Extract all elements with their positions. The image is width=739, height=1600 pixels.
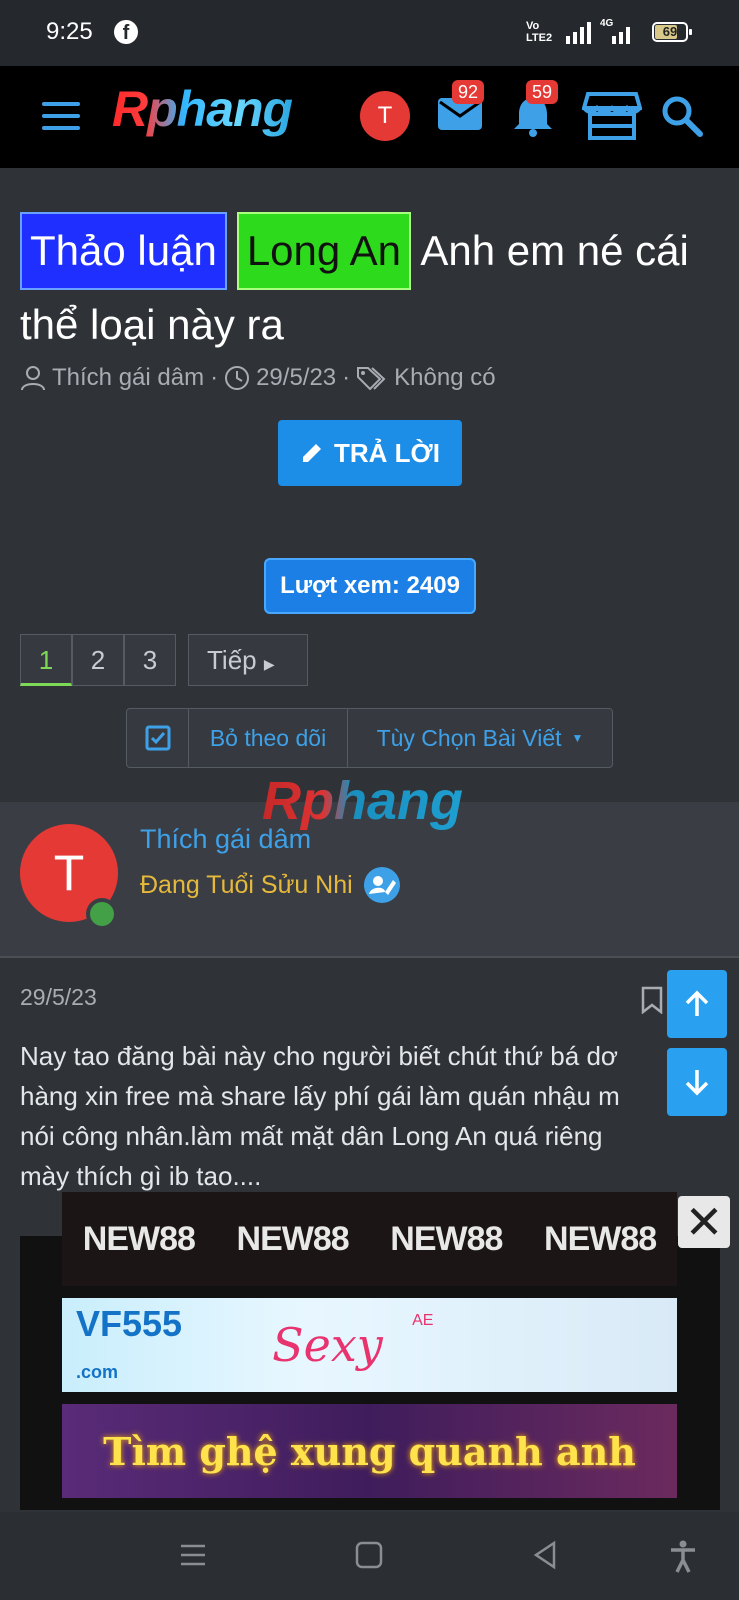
tag-icon bbox=[357, 367, 386, 391]
site-watermark: Rphang bbox=[262, 771, 463, 831]
status-bar: 9:25 f Vo LTE2 4G 69 bbox=[0, 0, 739, 66]
verified-writer-icon bbox=[363, 867, 400, 903]
pagination: 1 2 3 Tiếp ▶ bbox=[20, 634, 308, 686]
ad-slogan: Tìm ghệ xung quanh anh bbox=[103, 1428, 636, 1474]
page-1-link[interactable]: 1 bbox=[20, 634, 72, 686]
reply-button[interactable]: TRẢ LỜI bbox=[278, 420, 462, 486]
ad-logo: NEW88 bbox=[82, 1219, 196, 1258]
next-page-label: Tiếp bbox=[207, 645, 257, 675]
post-content: Nay tao đăng bài này cho người biết chút… bbox=[20, 1036, 670, 1196]
arrow-down-icon bbox=[685, 1070, 709, 1096]
caret-down-icon: ▼ bbox=[571, 731, 584, 745]
user-rank-label: Đang Tuổi Sửu Nhi bbox=[140, 870, 353, 899]
store-icon[interactable] bbox=[581, 90, 643, 147]
signal-icon-2 bbox=[612, 22, 630, 44]
facebook-icon: f bbox=[114, 20, 138, 44]
thread-title: Thảo luận Long An Anh em né cái thể loại … bbox=[20, 212, 720, 360]
thread-options-label: Tùy Chọn Bài Viết bbox=[376, 724, 562, 751]
page-2-link[interactable]: 2 bbox=[72, 634, 124, 686]
site-logo[interactable]: Rphang bbox=[112, 80, 293, 138]
site-header: Rphang T 92 59 bbox=[0, 66, 739, 168]
menu-icon[interactable] bbox=[42, 102, 80, 130]
ad-brand: VF555 .com bbox=[76, 1303, 183, 1382]
prefix-tag-discussion[interactable]: Thảo luận bbox=[20, 212, 227, 290]
ad-close-button[interactable]: ✕ bbox=[678, 1196, 730, 1248]
accessibility-icon[interactable] bbox=[668, 1540, 698, 1574]
clock-icon bbox=[225, 366, 250, 390]
thread-author[interactable]: Thích gái dâm bbox=[52, 364, 204, 392]
battery-level: 69 bbox=[662, 24, 678, 39]
thread-tags: Không có bbox=[394, 364, 496, 391]
ad-banner-dating[interactable]: Tìm ghệ xung quanh anh bbox=[62, 1404, 677, 1498]
ad-banner-vf555[interactable]: VF555 .com AE Sexy bbox=[62, 1298, 677, 1392]
arrow-up-icon bbox=[685, 990, 709, 1016]
online-status-icon bbox=[86, 898, 118, 930]
meta-separator: · bbox=[342, 364, 351, 391]
user-icon bbox=[21, 366, 45, 391]
post-line: hàng xin free mà share lấy phí gái làm q… bbox=[20, 1081, 620, 1111]
ad-logo: NEW88 bbox=[236, 1219, 350, 1258]
screen: 9:25 f Vo LTE2 4G 69 Rphang T 92 59 Thảo… bbox=[0, 0, 739, 1600]
select-checkbox[interactable] bbox=[127, 709, 189, 767]
post-line: mày thích gì ib tao.... bbox=[20, 1161, 262, 1191]
search-icon[interactable] bbox=[660, 94, 704, 143]
ad-logo: NEW88 bbox=[390, 1219, 503, 1258]
post-line: Nay tao đăng bài này cho người biết chút… bbox=[20, 1041, 618, 1071]
alerts-count-badge: 59 bbox=[526, 80, 559, 104]
unfollow-button[interactable]: Bỏ theo dõi bbox=[189, 709, 348, 767]
scroll-bottom-button[interactable] bbox=[667, 1048, 727, 1116]
caret-right-icon: ▶ bbox=[263, 656, 275, 672]
thread-options-dropdown[interactable]: Tùy Chọn Bài Viết ▼ bbox=[348, 709, 612, 767]
thread-date[interactable]: 29/5/23 bbox=[256, 364, 336, 392]
page-3-link[interactable]: 3 bbox=[124, 634, 176, 686]
back-icon[interactable] bbox=[530, 1540, 560, 1570]
signal-icon bbox=[566, 22, 591, 44]
inbox-count-badge: 92 bbox=[452, 80, 485, 104]
battery-icon: 69 bbox=[652, 22, 692, 42]
checkbox-icon bbox=[145, 725, 170, 751]
ad-banner-new88[interactable]: NEW88 NEW88 NEW88 NEW88 bbox=[62, 1192, 677, 1286]
ad-partner: AE Sexy bbox=[272, 1312, 434, 1372]
recent-apps-icon[interactable] bbox=[178, 1540, 208, 1570]
pencil-icon bbox=[303, 444, 322, 462]
thread-action-bar: Bỏ theo dõi Tùy Chọn Bài Viết ▼ bbox=[126, 708, 613, 768]
post-line: nói công nhân.làm mất mặt dân Long An qu… bbox=[20, 1121, 603, 1151]
user-avatar[interactable]: T bbox=[360, 91, 410, 141]
home-icon[interactable] bbox=[354, 1540, 384, 1570]
post-date[interactable]: 29/5/23 bbox=[20, 984, 97, 1011]
clock: 9:25 bbox=[46, 18, 93, 45]
post-user-rank: Đang Tuổi Sửu Nhi bbox=[140, 866, 401, 904]
ad-logo: NEW88 bbox=[544, 1219, 657, 1258]
system-nav-bar bbox=[0, 1512, 739, 1600]
bookmark-icon[interactable] bbox=[640, 986, 664, 1014]
view-count-badge: Lượt xem: 2409 bbox=[264, 558, 476, 614]
scroll-top-button[interactable] bbox=[667, 970, 727, 1038]
meta-separator: · bbox=[210, 364, 219, 391]
volte-label: Vo LTE2 bbox=[526, 20, 553, 44]
thread-meta: Thích gái dâm · 29/5/23 · Không có bbox=[20, 364, 496, 392]
next-page-button[interactable]: Tiếp ▶ bbox=[188, 634, 308, 686]
reply-button-label: TRẢ LỜI bbox=[334, 437, 440, 468]
prefix-tag-region[interactable]: Long An bbox=[236, 212, 411, 290]
